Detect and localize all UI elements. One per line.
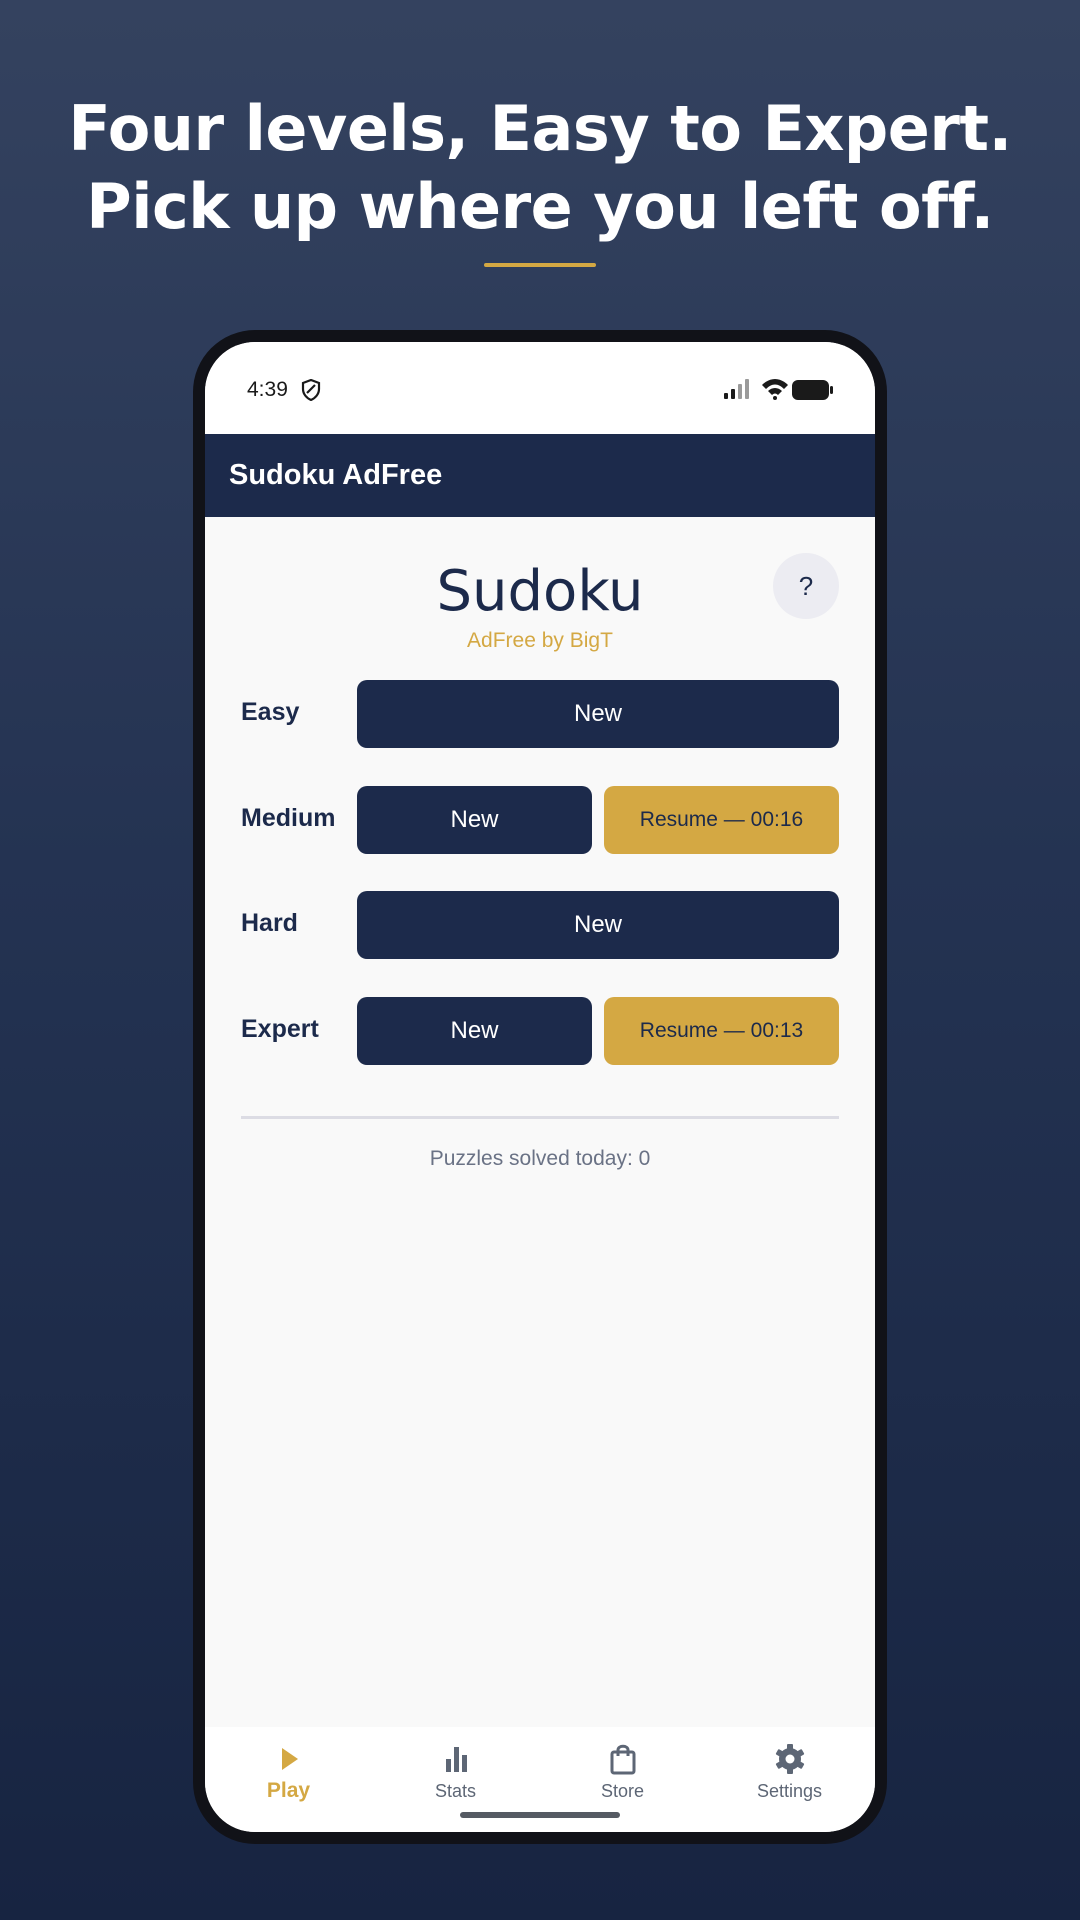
level-label-medium: Medium (241, 804, 336, 832)
nav-item-store[interactable]: Store (539, 1727, 706, 1807)
nav-item-stats[interactable]: Stats (372, 1727, 539, 1807)
divider (241, 1116, 839, 1119)
page-subtitle: AdFree by BigT (467, 629, 613, 652)
status-time: 4:39 (247, 378, 288, 401)
nav-label-play: Play (266, 1779, 311, 1802)
phone-frame: 4:39 Sudoku AdFree ? Sudoku AdFree by Bi… (193, 330, 887, 1844)
wifi-icon (762, 379, 788, 400)
expert-resume-button[interactable]: Resume — 00:13 (604, 997, 839, 1065)
nav-item-settings[interactable]: Settings (706, 1727, 873, 1807)
nav-label-settings: Settings (756, 1781, 823, 1801)
signal-icon (724, 379, 749, 399)
shield-icon (301, 379, 321, 401)
page-title: Sudoku (436, 559, 644, 624)
level-label-hard: Hard (241, 909, 298, 937)
app-bar: Sudoku AdFree (205, 434, 875, 517)
level-label-expert: Expert (241, 1015, 319, 1043)
medium-new-button[interactable]: New (357, 786, 592, 854)
nav-label-stats: Stats (434, 1781, 477, 1801)
headline-line-2: Pick up where you left off. (86, 170, 994, 243)
status-bar: 4:39 (205, 342, 875, 434)
headline-underline (484, 263, 596, 267)
home-content: ? Sudoku AdFree by BigT Easy New Medium … (205, 517, 875, 1727)
expert-new-button[interactable]: New (357, 997, 592, 1065)
shopping-bag-icon (610, 1744, 636, 1775)
play-icon (282, 1748, 298, 1770)
headline: Four levels, Easy to Expert. Pick up whe… (0, 90, 1080, 246)
gear-icon (775, 1744, 805, 1774)
phone-screen: 4:39 Sudoku AdFree ? Sudoku AdFree by Bi… (205, 342, 875, 1832)
puzzles-solved-today: Puzzles solved today: 0 (429, 1147, 651, 1170)
nav-item-play[interactable]: Play (205, 1727, 372, 1807)
app-bar-title: Sudoku AdFree (229, 459, 443, 491)
bar-chart-icon (446, 1747, 467, 1772)
level-label-easy: Easy (241, 698, 300, 726)
medium-resume-button[interactable]: Resume — 00:16 (604, 786, 839, 854)
headline-line-1: Four levels, Easy to Expert. (68, 92, 1012, 165)
home-indicator[interactable] (460, 1812, 620, 1818)
nav-label-store: Store (600, 1781, 645, 1801)
battery-icon (792, 380, 833, 400)
easy-new-button[interactable]: New (357, 680, 839, 748)
hard-new-button[interactable]: New (357, 891, 839, 959)
